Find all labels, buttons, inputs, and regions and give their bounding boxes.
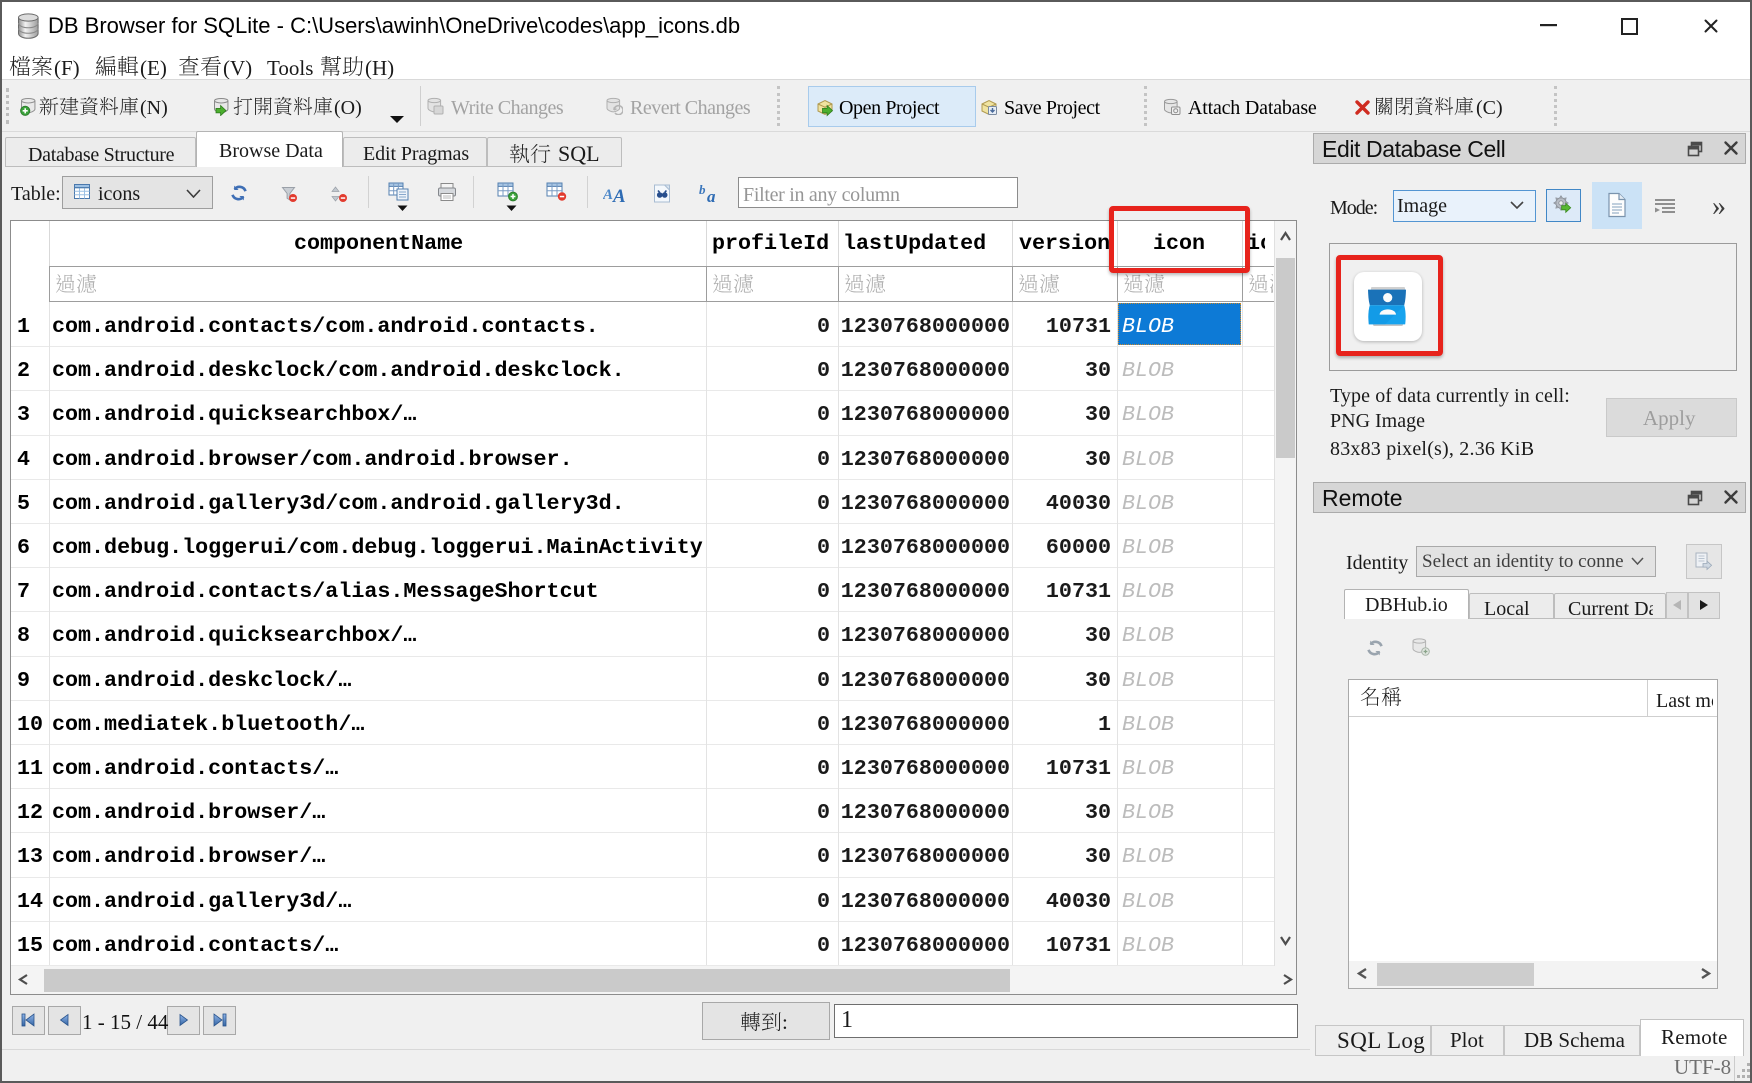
svg-text:b: b [699,184,706,197]
svg-text:a: a [707,187,716,204]
svg-text:A: A [603,187,613,203]
svg-text:A: A [612,186,626,204]
